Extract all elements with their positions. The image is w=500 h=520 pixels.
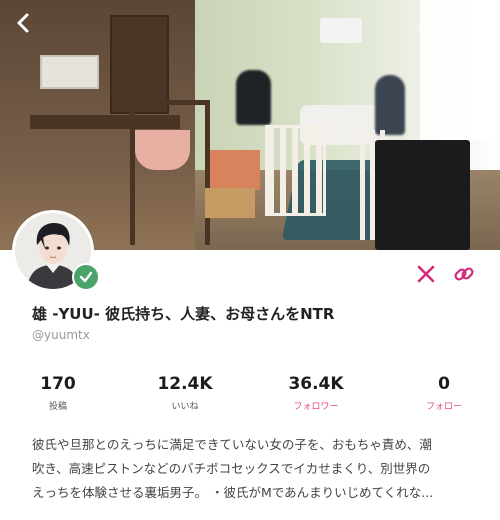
display-name: 雄 -YUU- 彼氏持ち、人妻、お母さんをNTR <box>32 305 335 323</box>
blurred-person <box>375 75 405 135</box>
verified-check-icon <box>79 271 93 283</box>
stat-label: フォロー <box>425 402 462 412</box>
stat-posts[interactable]: 170 投稿 <box>18 374 98 412</box>
television <box>375 140 470 250</box>
bio-line: えっちを体験させる裏垢男子。 ・彼氏がMであんまりいじめてくれな... <box>32 485 434 500</box>
bio-line: 彼氏や旦那とのえっちに満足できていない女の子を、おもちゃ責め、潮 <box>32 437 432 452</box>
x-logo-icon <box>417 265 435 283</box>
chevron-left-icon <box>17 13 29 33</box>
more-button[interactable] <box>456 8 490 38</box>
blurred-person <box>236 70 271 125</box>
stat-following[interactable]: 0 フォロー <box>404 374 484 412</box>
share-button[interactable] <box>410 8 444 38</box>
stat-followers[interactable]: 36.4K フォロワー <box>276 374 356 412</box>
share-icon <box>418 16 437 30</box>
baby-gate <box>265 125 326 216</box>
stat-value: 12.4K <box>157 374 213 394</box>
stat-value: 170 <box>40 374 76 394</box>
baby-chair <box>135 130 190 170</box>
external-link-button[interactable] <box>452 262 476 286</box>
stat-value: 0 <box>438 374 450 394</box>
microwave <box>40 55 99 89</box>
air-conditioner <box>320 18 362 43</box>
stat-label: いいね <box>171 402 199 412</box>
stat-likes[interactable]: 12.4K いいね <box>145 374 225 412</box>
chair <box>130 100 210 245</box>
stat-label: フォロワー <box>293 402 339 412</box>
bio-line: 吹き、高速ピストンなどのバチボコセックスでイカせまくり、別世界の <box>32 461 431 476</box>
more-dots-icon <box>462 20 484 26</box>
stat-value: 36.4K <box>288 374 344 394</box>
profile-bio: 彼氏や旦那とのえっちに満足できていない女の子を、おもちゃ責め、潮 吹き、高速ピス… <box>32 433 478 505</box>
link-icon <box>454 267 474 281</box>
stat-label: 投稿 <box>48 402 67 412</box>
basket <box>210 150 260 190</box>
x-link-button[interactable] <box>414 262 438 286</box>
verified-badge <box>72 263 100 291</box>
cardboard-box <box>205 188 255 218</box>
user-handle: @yuumtx <box>32 328 90 342</box>
back-button[interactable] <box>6 8 40 38</box>
